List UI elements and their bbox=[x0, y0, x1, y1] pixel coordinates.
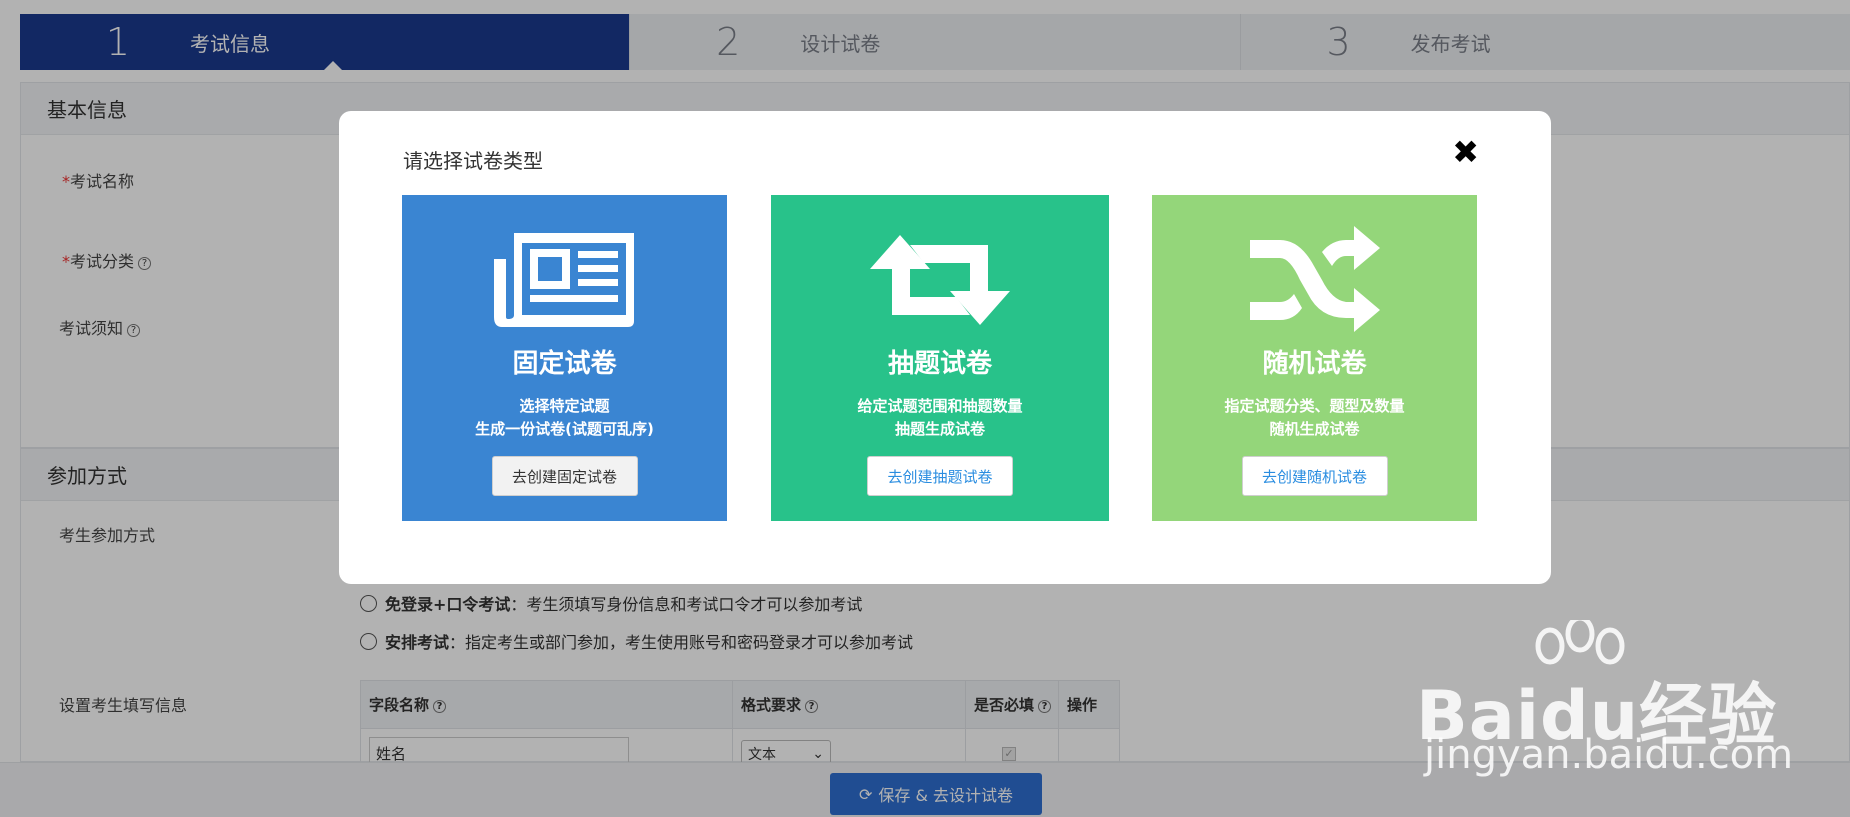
card-random-paper: 随机试卷 指定试题分类、题型及数量 随机生成试卷 去创建随机试卷 bbox=[1152, 195, 1477, 521]
shuffle-icon bbox=[1249, 226, 1380, 332]
modal-title: 请选择试卷类型 bbox=[403, 149, 543, 173]
card-desc: 指定试题分类、题型及数量 随机生成试卷 bbox=[1224, 397, 1405, 438]
card-title: 抽题试卷 bbox=[887, 349, 992, 379]
card-desc: 给定试题范围和抽题数量 抽题生成试卷 bbox=[857, 397, 1023, 438]
create-fixed-paper-button[interactable]: 去创建固定试卷 bbox=[491, 456, 638, 496]
create-draw-paper-button[interactable]: 去创建抽题试卷 bbox=[867, 456, 1013, 496]
close-icon[interactable]: ✖ bbox=[1452, 133, 1479, 171]
card-title: 固定试卷 bbox=[512, 349, 617, 379]
card-desc: 选择特定试题 生成一份试卷(试题可乱序) bbox=[475, 397, 654, 438]
retweet-icon bbox=[870, 235, 1010, 325]
card-draw-paper: 抽题试卷 给定试题范围和抽题数量 抽题生成试卷 去创建抽题试卷 bbox=[771, 195, 1109, 521]
baidu-watermark: Baidu经验 jingyan.baidu.com bbox=[1410, 620, 1830, 780]
newspaper-icon bbox=[493, 233, 634, 327]
watermark-sub: jingyan.baidu.com bbox=[1424, 732, 1794, 778]
paper-type-modal: 请选择试卷类型 ✖ 固定试卷 选择特定试题 生成一份试卷(试题可乱序) 去创建固定… bbox=[339, 111, 1551, 584]
card-fixed-paper: 固定试卷 选择特定试题 生成一份试卷(试题可乱序) 去创建固定试卷 bbox=[402, 195, 727, 521]
create-random-paper-button[interactable]: 去创建随机试卷 bbox=[1241, 456, 1388, 496]
card-title: 随机试卷 bbox=[1262, 349, 1367, 379]
